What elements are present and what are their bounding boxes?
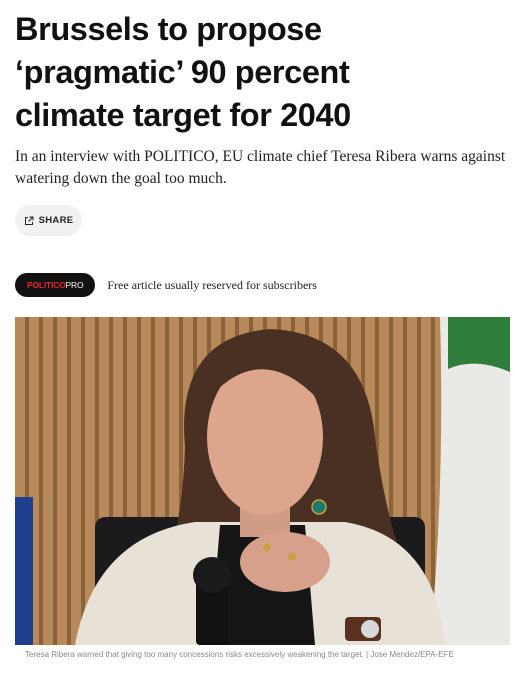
share-external-icon [24,216,34,225]
share-label: SHARE [38,215,74,226]
article-photo [15,317,510,645]
headline-line: Brussels to propose [15,11,322,47]
article-dek: In an interview with POLITICO, EU climat… [15,148,506,187]
share-button[interactable]: SHARE [15,205,82,236]
badge-pro: PRO [65,280,84,290]
pro-banner: POLITICO PRO Free article usually reserv… [15,273,317,297]
subscriber-note: Free article usually reserved for subscr… [107,277,317,292]
portrait-illustration [15,317,510,645]
badge-politico: POLITICO [27,280,66,290]
photo-caption: Teresa Ribera warned that giving too man… [25,650,454,659]
headline-line: climate target for 2040 [15,97,351,133]
headline-line: ‘pragmatic’ 90 percent [15,54,350,90]
article-headline: Brussels to propose ‘pragmatic’ 90 perce… [15,8,515,137]
politico-pro-badge[interactable]: POLITICO PRO [15,273,96,297]
